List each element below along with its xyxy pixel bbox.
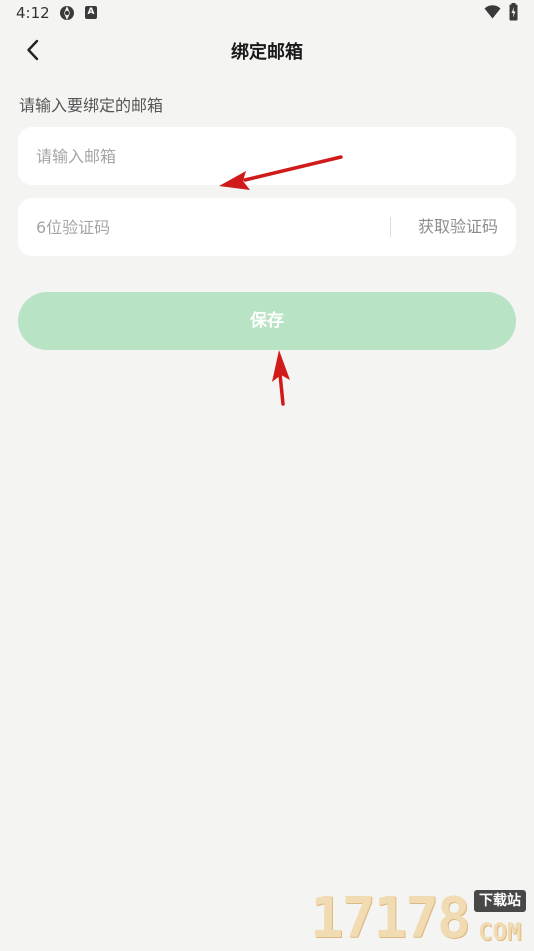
status-bar: 4:12 A [0,0,534,28]
divider [390,217,391,237]
save-button[interactable]: 保存 [18,292,516,350]
section-label: 请输入要绑定的邮箱 [19,96,164,115]
email-field-container [18,127,516,185]
nav-bar: 绑定邮箱 [0,28,534,74]
annotation-arrow-save [272,350,290,406]
verification-code-input[interactable] [36,198,376,256]
get-code-button[interactable]: 获取验证码 [418,198,498,256]
page-title: 绑定邮箱 [231,42,303,63]
watermark-logo: 17178 下载站 COM [310,888,534,950]
verification-code-field-container: 获取验证码 [18,198,516,256]
settings-aperture-icon [60,6,74,20]
watermark-badge: 下载站 [474,890,526,912]
status-time: 4:12 [16,4,50,22]
battery-charging-icon [509,3,518,21]
notification-app-icon: A [85,6,97,19]
wifi-icon [484,5,501,19]
watermark-domain: COM [478,918,522,946]
email-input[interactable] [36,127,496,185]
watermark-digits: 17178 [310,886,471,951]
